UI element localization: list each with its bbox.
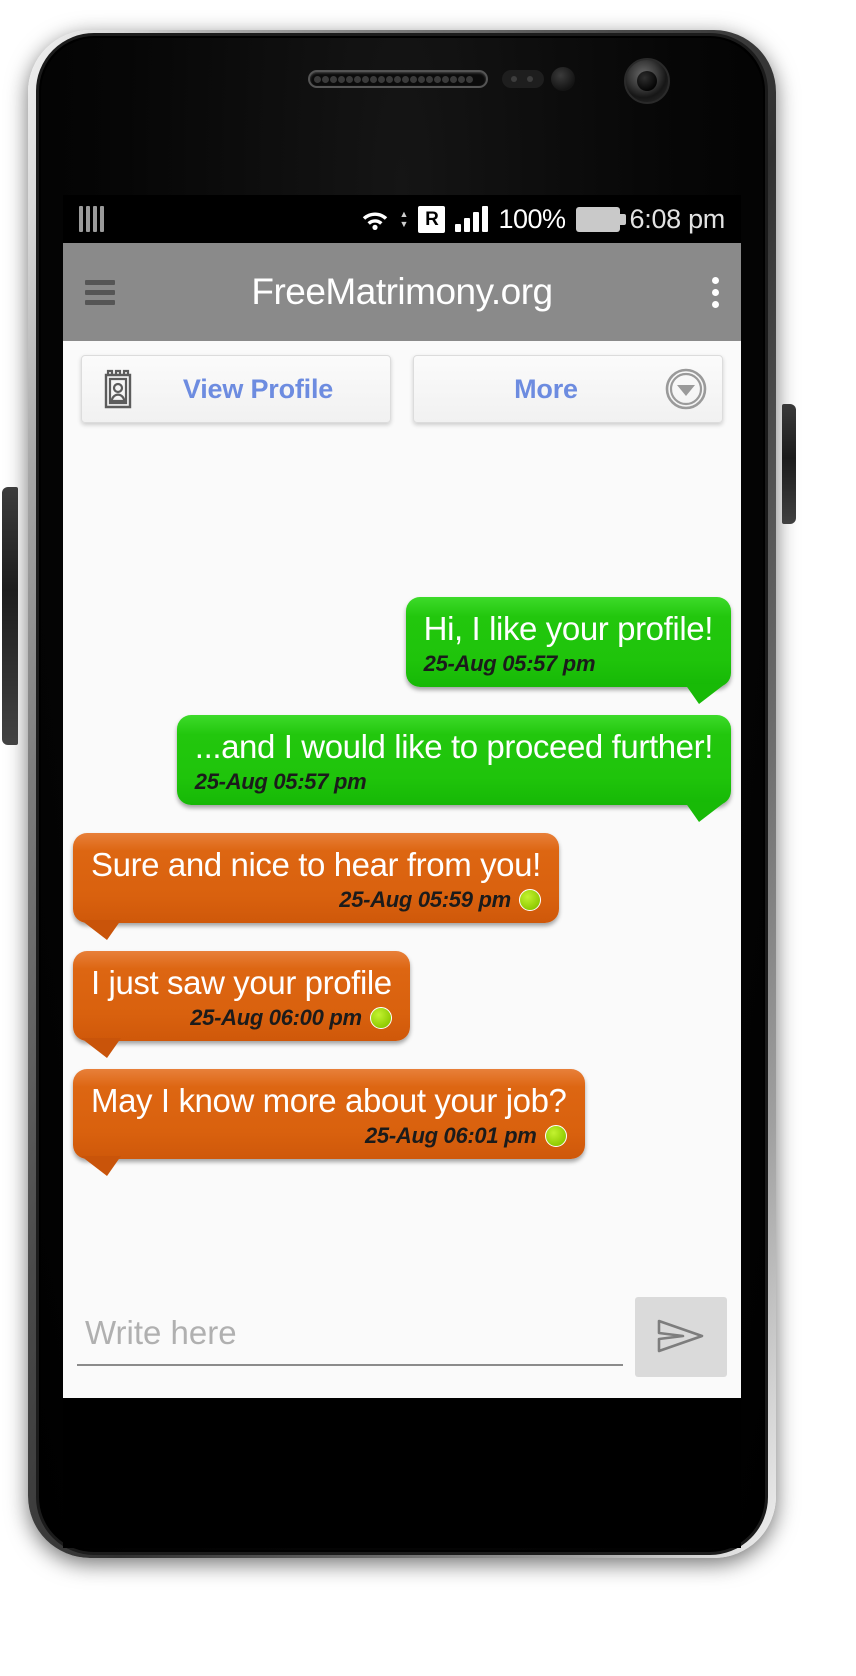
message-meta: 25-Aug 05:57 pm <box>195 769 713 795</box>
message-meta: 25-Aug 05:59 pm <box>91 887 541 913</box>
message-bubble-incoming[interactable]: I just saw your profile 25-Aug 06:00 pm <box>73 951 410 1058</box>
data-transfer-arrows-icon: ▲ ▼ <box>399 209 409 229</box>
wifi-icon <box>360 207 390 231</box>
send-button[interactable] <box>635 1297 727 1377</box>
message-text: I just saw your profile <box>91 964 392 1001</box>
message-timestamp: 25-Aug 05:59 pm <box>339 887 511 912</box>
message-list[interactable]: Hi, I like your profile! 25-Aug 05:57 pm… <box>63 435 741 1207</box>
status-bar-left <box>79 206 104 232</box>
message-input[interactable] <box>77 1308 623 1366</box>
message-bubble-outgoing[interactable]: ...and I would like to proceed further! … <box>176 715 731 822</box>
device-bottom-bezel <box>63 1398 741 1548</box>
message-meta: 25-Aug 06:00 pm <box>91 1005 392 1031</box>
message-composer <box>63 1290 741 1398</box>
power-button[interactable] <box>782 404 796 524</box>
message-bubble-outgoing[interactable]: Hi, I like your profile! 25-Aug 05:57 pm <box>405 597 731 704</box>
status-bar-clock: 6:08 pm <box>629 203 726 234</box>
quick-action-bar: View Profile More <box>63 341 741 435</box>
more-label: More <box>514 373 578 404</box>
battery-percent-label: 100% <box>498 203 566 234</box>
chevron-down-circle-icon <box>664 365 708 413</box>
message-meta: 25-Aug 06:01 pm <box>91 1123 567 1149</box>
message-row: ...and I would like to proceed further! … <box>73 715 731 822</box>
message-text: ...and I would like to proceed further! <box>194 728 714 765</box>
phone-screen: ▲ ▼ R 100% 6:08 pm FreeMatrimony.org Vie… <box>63 195 741 1398</box>
message-timestamp: 25-Aug 05:57 pm <box>423 651 596 676</box>
message-bubble-incoming[interactable]: Sure and nice to hear from you! 25-Aug 0… <box>73 833 559 940</box>
message-status-dot <box>544 1125 567 1147</box>
sim-bars-icon <box>79 206 104 232</box>
view-profile-button[interactable]: View Profile <box>81 355 391 423</box>
message-row: May I know more about your job? 25-Aug 0… <box>73 1069 731 1176</box>
message-row: Hi, I like your profile! 25-Aug 05:57 pm <box>73 597 731 704</box>
volume-button[interactable] <box>2 487 18 745</box>
message-timestamp: 25-Aug 06:00 pm <box>190 1005 362 1030</box>
message-text: Sure and nice to hear from you! <box>91 846 541 883</box>
light-sensor-icon <box>551 67 575 91</box>
signal-bars-icon <box>455 206 489 232</box>
roaming-indicator: R <box>418 205 446 233</box>
message-text: May I know more about your job? <box>91 1082 567 1119</box>
contact-card-icon <box>96 365 140 413</box>
page-title: FreeMatrimony.org <box>251 271 553 312</box>
battery-full-icon <box>575 206 626 232</box>
send-paper-plane-icon <box>655 1314 707 1361</box>
message-meta: 25-Aug 05:57 pm <box>424 651 713 677</box>
message-row: Sure and nice to hear from you! 25-Aug 0… <box>73 833 731 940</box>
hamburger-menu-icon[interactable] <box>85 279 115 305</box>
message-timestamp: 25-Aug 06:01 pm <box>364 1123 537 1148</box>
message-status-dot <box>518 889 541 911</box>
proximity-sensor-icon <box>502 70 544 88</box>
message-status-dot <box>369 1007 392 1029</box>
action-bar: FreeMatrimony.org <box>63 243 741 341</box>
more-button[interactable]: More <box>413 355 723 423</box>
message-bubble-incoming[interactable]: May I know more about your job? 25-Aug 0… <box>73 1069 585 1176</box>
view-profile-label: View Profile <box>182 373 334 404</box>
message-text: Hi, I like your profile! <box>423 610 714 647</box>
overflow-menu-icon[interactable] <box>712 276 719 308</box>
earpiece-speaker-icon <box>308 70 488 88</box>
screenshot-root: ▲ ▼ R 100% 6:08 pm FreeMatrimony.org Vie… <box>0 0 856 1676</box>
message-row: I just saw your profile 25-Aug 06:00 pm <box>73 951 731 1058</box>
front-camera-icon <box>624 58 670 104</box>
status-bar: ▲ ▼ R 100% 6:08 pm <box>63 195 741 243</box>
status-bar-right: ▲ ▼ R 100% 6:08 pm <box>360 204 725 235</box>
message-timestamp: 25-Aug 05:57 pm <box>194 769 367 794</box>
